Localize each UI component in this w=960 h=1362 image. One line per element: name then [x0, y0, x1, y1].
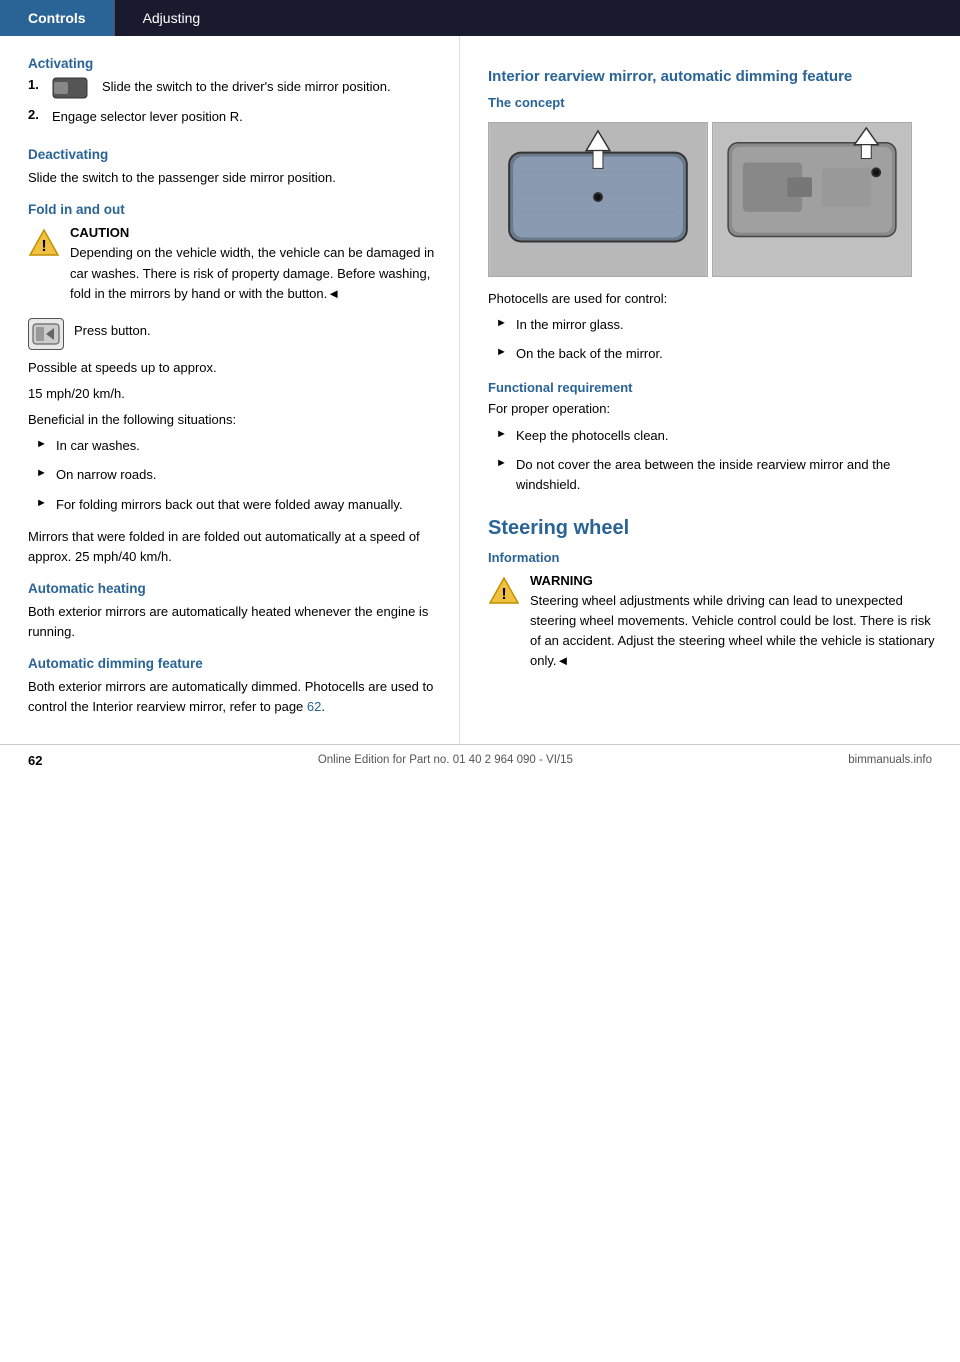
press-button-label: Press button. [74, 321, 151, 341]
footer-text: Online Edition for Part no. 01 40 2 964 … [318, 754, 573, 766]
speeds-text1: Possible at speeds up to approx. [28, 358, 435, 378]
right-column: Interior rearview mirror, automatic dimm… [460, 36, 960, 744]
photo-bullet-list: ► In the mirror glass. ► On the back of … [496, 315, 936, 370]
func-arrow-1: ► [496, 428, 508, 440]
functional-text: For proper operation: [488, 399, 936, 419]
bullet-item-1: ► In car washes. [36, 436, 435, 462]
press-button-icon [28, 318, 64, 350]
caution-body: Depending on the vehicle width, the vehi… [70, 243, 435, 303]
warning-content: WARNING Steering wheel adjustments while… [530, 573, 936, 678]
left-column: Activating 1. Slide the switch to the dr… [0, 36, 460, 744]
step-1: 1. Slide the switch to the driver's side… [28, 77, 435, 103]
page-number: 62 [28, 753, 42, 768]
activating-heading: Activating [28, 56, 435, 71]
warning-icon: ! [488, 575, 520, 607]
func-bullet-1: ► Keep the photocells clean. [496, 426, 936, 452]
press-button-row: Press button. [28, 318, 435, 350]
step-2: 2. Engage selector lever position R. [28, 107, 435, 133]
steering-heading: Steering wheel [488, 517, 936, 540]
svg-text:!: ! [501, 586, 506, 603]
caution-content: CAUTION Depending on the vehicle width, … [70, 225, 435, 309]
caution-icon: ! [28, 227, 60, 259]
photocells-text: Photocells are used for control: [488, 289, 936, 309]
step-1-icon-switch [52, 77, 94, 99]
auto-heating-heading: Automatic heating [28, 581, 435, 596]
page-header: Controls Adjusting [0, 0, 960, 36]
svg-text:!: ! [41, 238, 46, 255]
bullet-list: ► In car washes. ► On narrow roads. ► Fo… [36, 436, 435, 520]
speeds-text2: 15 mph/20 km/h. [28, 384, 435, 404]
bullet-item-2: ► On narrow roads. [36, 465, 435, 491]
auto-heating-body: Both exterior mirrors are automatically … [28, 602, 435, 642]
photo-arrow-1: ► [496, 317, 508, 329]
warning-body: Steering wheel adjustments while driving… [530, 591, 936, 672]
beneficial-text: Beneficial in the following situations: [28, 410, 435, 430]
bullet-arrow-2: ► [36, 467, 48, 479]
func-bullet-list: ► Keep the photocells clean. ► Do not co… [496, 426, 936, 501]
fold-heading: Fold in and out [28, 202, 435, 217]
mirror-image-right [712, 122, 912, 277]
bullet-arrow-1: ► [36, 438, 48, 450]
step-1-number: 1. [28, 77, 44, 92]
folded-text: Mirrors that were folded in are folded o… [28, 527, 435, 567]
concept-heading: The concept [488, 95, 936, 110]
warning-title: WARNING [530, 573, 936, 588]
dimming-page-link[interactable]: 62 [307, 699, 321, 714]
main-content: Activating 1. Slide the switch to the dr… [0, 36, 960, 744]
mirror-images [488, 122, 936, 277]
tab-adjusting[interactable]: Adjusting [115, 0, 229, 36]
bullet-item-3: ► For folding mirrors back out that were… [36, 495, 435, 521]
page-footer: 62 Online Edition for Part no. 01 40 2 9… [0, 744, 960, 776]
tab-controls[interactable]: Controls [0, 0, 114, 36]
caution-box: ! CAUTION Depending on the vehicle width… [28, 225, 435, 309]
step-2-number: 2. [28, 107, 44, 122]
auto-dimming-body: Both exterior mirrors are automatically … [28, 677, 435, 717]
functional-heading: Functional requirement [488, 380, 936, 395]
photo-bullet-2: ► On the back of the mirror. [496, 344, 936, 370]
caution-title: CAUTION [70, 225, 435, 240]
func-arrow-2: ► [496, 457, 508, 469]
deactivating-body: Slide the switch to the passenger side m… [28, 168, 435, 188]
func-bullet-2: ► Do not cover the area between the insi… [496, 455, 936, 501]
bullet-arrow-3: ► [36, 497, 48, 509]
photo-bullet-1: ► In the mirror glass. [496, 315, 936, 341]
info-heading: Information [488, 550, 936, 565]
deactivating-heading: Deactivating [28, 147, 435, 162]
auto-dimming-heading: Automatic dimming feature [28, 656, 435, 671]
watermark: bimmanuals.info [848, 754, 932, 766]
mirror-image-left [488, 122, 708, 277]
main-heading: Interior rearview mirror, automatic dimm… [488, 68, 936, 85]
warning-box: ! WARNING Steering wheel adjustments whi… [488, 573, 936, 678]
photo-arrow-2: ► [496, 346, 508, 358]
